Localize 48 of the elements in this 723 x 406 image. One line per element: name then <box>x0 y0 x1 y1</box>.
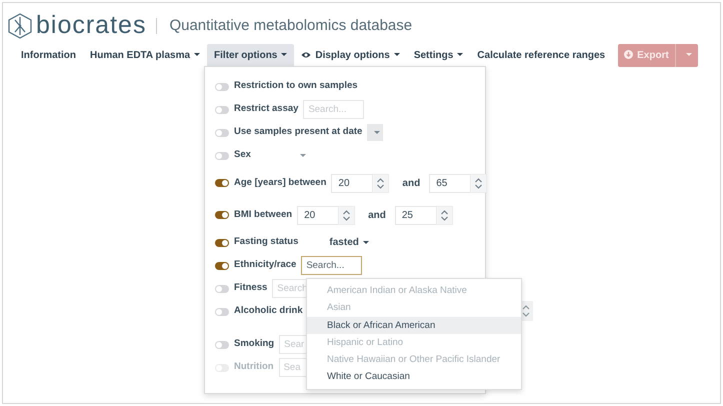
filter-label: Fasting status <box>234 235 298 250</box>
toggle-switch[interactable] <box>215 284 229 292</box>
toggle-switch[interactable] <box>215 262 229 270</box>
toggle-switch[interactable] <box>215 82 229 90</box>
page-subtitle: Quantitative metabolomics database <box>169 16 412 36</box>
number-field[interactable]: 20 <box>331 174 374 192</box>
dropdown-option[interactable]: White or Caucasian <box>307 368 521 386</box>
search-field[interactable]: Search... <box>301 256 362 275</box>
filter-label: Sex <box>234 148 251 162</box>
number-field[interactable]: 65 <box>429 174 472 192</box>
filter-label: BMI between <box>234 208 292 222</box>
joiner-text: and <box>368 208 386 222</box>
dropdown-option[interactable]: Black or African American <box>307 316 521 334</box>
brand-name: biocrates <box>36 10 146 42</box>
toggle-switch[interactable] <box>215 211 229 219</box>
caret-icon <box>394 53 400 56</box>
toggle-switch[interactable] <box>215 340 229 348</box>
caret-icon <box>194 53 200 56</box>
filter-label: Use samples present at date <box>234 125 362 140</box>
toggle-switch[interactable] <box>215 308 229 316</box>
filter-label: Fitness <box>234 281 268 296</box>
nav-link[interactable]: Calculate reference ranges <box>470 44 612 66</box>
logo-icon <box>8 13 32 39</box>
filter-label: Alcoholic drink <box>234 304 303 318</box>
filter-label: Restriction to own samples <box>234 79 358 94</box>
toggle-switch[interactable] <box>215 128 229 136</box>
caret-icon <box>281 53 288 56</box>
filter-label: Restrict assay <box>234 102 298 116</box>
download-icon <box>624 50 634 58</box>
dropdown-toggle-button[interactable] <box>674 44 698 66</box>
nav-link[interactable]: Information <box>14 44 83 66</box>
eye-icon <box>301 50 312 58</box>
filter-label: Age [years] between <box>234 176 326 190</box>
toggle-switch[interactable] <box>215 106 229 114</box>
menu-tab[interactable]: Filter options <box>207 44 294 66</box>
joiner-text: and <box>402 176 420 190</box>
toggle-switch[interactable] <box>215 238 229 246</box>
caret-icon <box>457 53 464 56</box>
filter-label: Nutrition <box>234 360 274 374</box>
number-field[interactable]: 25 <box>394 206 438 224</box>
dropdown-button[interactable] <box>367 124 384 141</box>
number-field[interactable]: 20 <box>297 206 340 224</box>
toggle-switch[interactable] <box>215 152 229 160</box>
dropdown-button[interactable]: fasted <box>303 235 369 250</box>
filter-label: Ethnicity/race <box>234 258 296 272</box>
caret-icon <box>686 53 692 56</box>
toggle-switch[interactable] <box>215 179 229 187</box>
filter-label: Smoking <box>234 337 274 352</box>
